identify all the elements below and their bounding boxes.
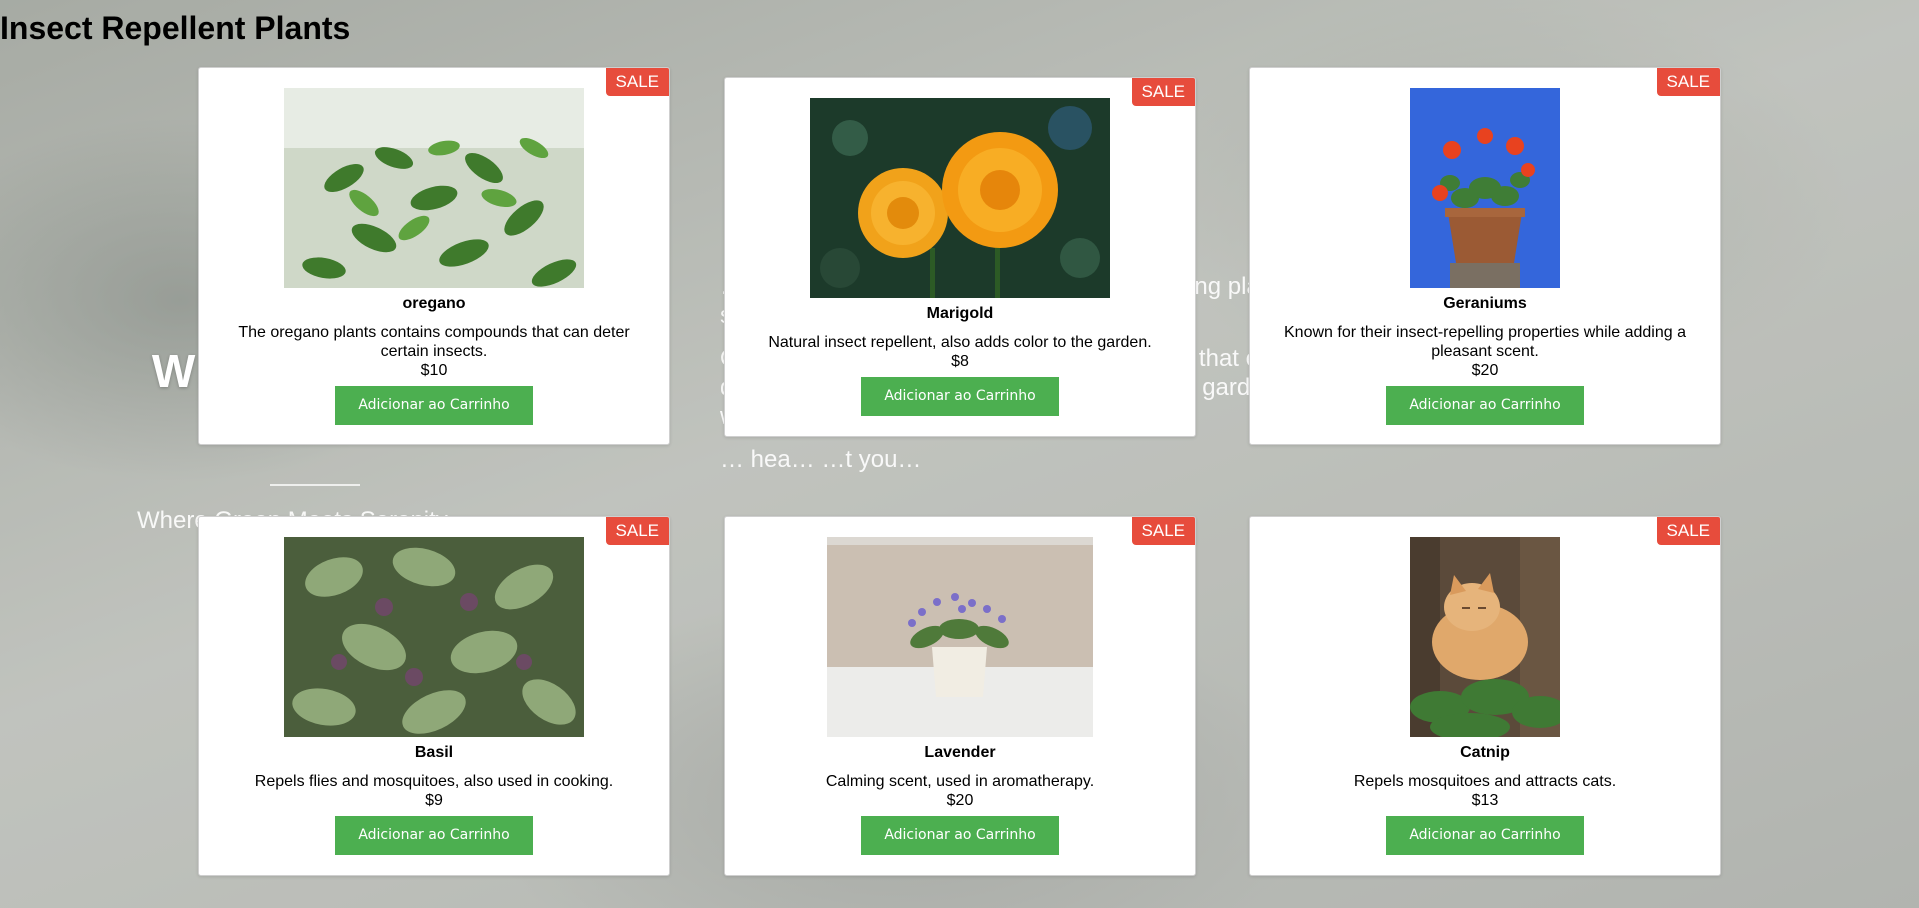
product-price: $9 (425, 792, 443, 809)
product-card: SALE Basil Repels flies and mosquitoes, … (198, 516, 670, 876)
product-name: oregano (402, 295, 466, 312)
product-card: SALE Catnip Repels mosquitoes and attrac… (1249, 516, 1721, 876)
catnip-photo (1410, 537, 1560, 737)
hero-paragraph: … hea… …t you… (720, 446, 922, 473)
product-card: SALE oregano The oregano plants contains… (198, 67, 670, 445)
add-to-cart-button[interactable]: Adicionar ao Carrinho (335, 386, 533, 425)
product-description: The oregano plants contains compounds th… (238, 324, 630, 360)
product-price: $10 (420, 362, 448, 379)
product-card: SALE Geraniums Known for their insect-re… (1249, 67, 1721, 445)
product-price: $13 (1471, 792, 1499, 809)
add-to-cart-button[interactable]: Adicionar ao Carrinho (861, 816, 1059, 855)
product-name: Marigold (926, 305, 994, 322)
product-name: Geraniums (1443, 295, 1527, 312)
sale-badge: SALE (605, 517, 669, 545)
sale-badge: SALE (605, 68, 669, 96)
product-price: $8 (951, 353, 969, 370)
marigold-photo (810, 98, 1110, 298)
geranium-photo (1410, 88, 1560, 288)
product-description: Known for their insect-repelling propert… (1284, 324, 1686, 360)
product-name: Basil (414, 744, 454, 761)
product-description: Repels mosquitoes and attracts cats. (1353, 773, 1617, 790)
lavender-photo (827, 537, 1093, 737)
add-to-cart-button[interactable]: Adicionar ao Carrinho (1386, 386, 1584, 425)
product-card: SALE Marigold Natural insect repellent, … (724, 77, 1196, 437)
product-name: Lavender (924, 744, 996, 761)
add-to-cart-button[interactable]: Adicionar ao Carrinho (861, 377, 1059, 416)
sale-badge: SALE (1656, 68, 1720, 96)
product-price: $20 (1471, 362, 1499, 379)
sale-badge: SALE (1656, 517, 1720, 545)
product-price: $20 (946, 792, 974, 809)
product-description: Repels flies and mosquitoes, also used i… (254, 773, 614, 790)
page-title: Insect Repellent Plants (0, 10, 351, 46)
add-to-cart-button[interactable]: Adicionar ao Carrinho (1386, 816, 1584, 855)
product-name: Catnip (1460, 744, 1510, 761)
add-to-cart-button[interactable]: Adicionar ao Carrinho (335, 816, 533, 855)
sale-badge: SALE (1131, 78, 1195, 106)
product-description: Natural insect repellent, also adds colo… (768, 334, 1152, 351)
hero-divider (270, 484, 360, 486)
product-description: Calming scent, used in aromatherapy. (825, 773, 1095, 790)
basil-photo (284, 537, 584, 737)
product-card: SALE Lavender Calming scent, used in aro… (724, 516, 1196, 876)
sale-badge: SALE (1131, 517, 1195, 545)
oregano-photo (284, 88, 584, 288)
